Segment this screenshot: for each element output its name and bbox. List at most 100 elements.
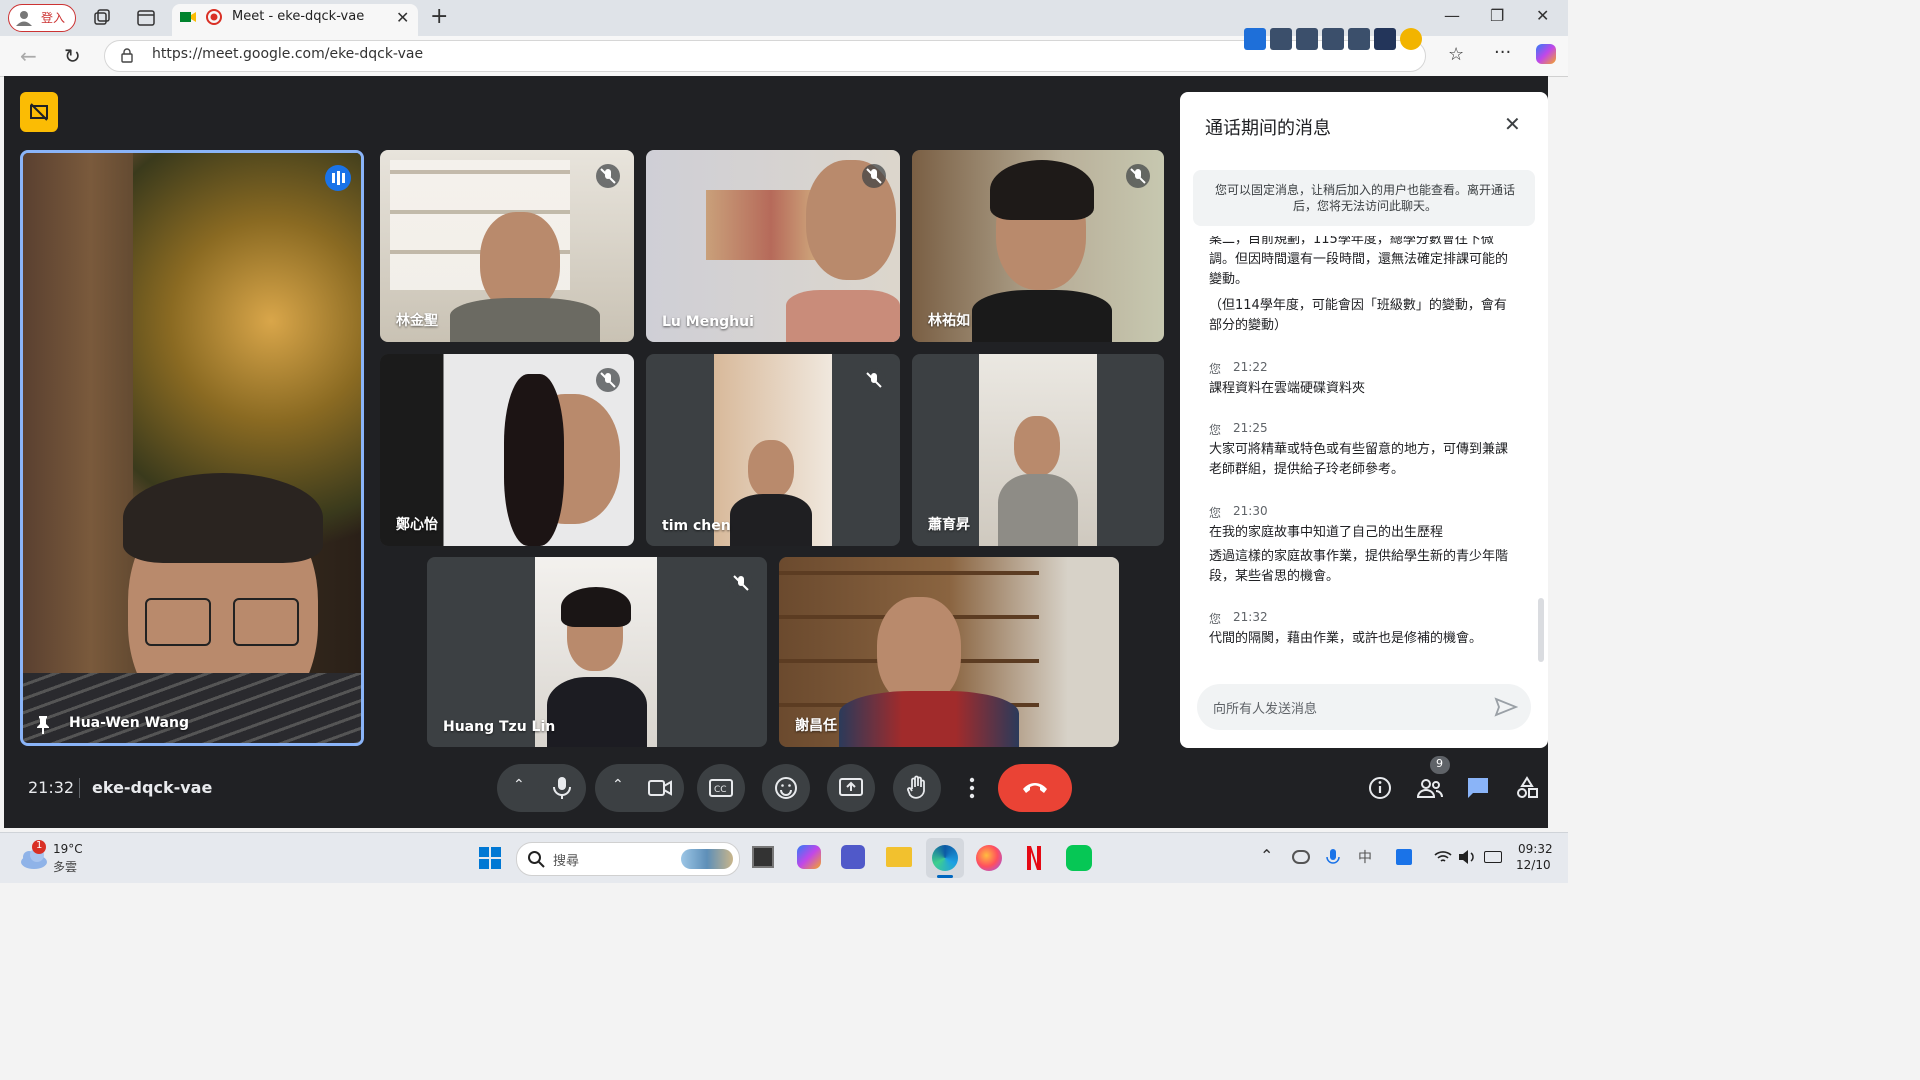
- participant-tile[interactable]: Huang Tzu Lin: [427, 557, 767, 747]
- extension-icon[interactable]: [1374, 28, 1396, 50]
- activities-icon[interactable]: [1515, 776, 1539, 800]
- chat-sender: 您: [1209, 506, 1222, 520]
- chat-message-text: 大家可將精華或特色或有些留意的地方，可傳到兼課老師群組，提供給子玲老師參考。: [1209, 442, 1509, 477]
- favorites-icon[interactable]: ☆: [1448, 44, 1464, 65]
- tab-actions-icon[interactable]: [136, 8, 156, 28]
- participant-tile[interactable]: 林祐如: [912, 150, 1164, 342]
- input-method-icon[interactable]: 中: [1358, 847, 1372, 867]
- participant-tile[interactable]: tim chen: [646, 354, 900, 546]
- chat-icon[interactable]: [1466, 776, 1490, 800]
- participant-name: tim chen: [662, 518, 731, 534]
- windows-start-icon[interactable]: [478, 846, 502, 870]
- more-options-icon[interactable]: ···: [1494, 42, 1511, 63]
- battery-icon[interactable]: [1484, 851, 1502, 863]
- participant-tile[interactable]: 蕭育昇: [912, 354, 1164, 546]
- meeting-info-icon[interactable]: [1368, 776, 1392, 800]
- url-text: https://meet.google.com/eke-dqck-vae: [152, 46, 424, 62]
- extension-icon[interactable]: [1400, 28, 1422, 50]
- extension-icon[interactable]: [1322, 28, 1344, 50]
- wifi-icon[interactable]: [1434, 850, 1452, 864]
- participant-hair: [504, 374, 564, 546]
- reactions-button[interactable]: [762, 764, 810, 812]
- leave-call-button[interactable]: [998, 764, 1072, 812]
- speaking-indicator-icon: [325, 165, 351, 191]
- clock-time[interactable]: 09:32: [1518, 842, 1553, 856]
- new-tab-icon[interactable]: +: [430, 4, 448, 29]
- chat-scrollbar[interactable]: [1538, 598, 1544, 662]
- camera-options-chevron-icon[interactable]: ⌃: [612, 777, 624, 793]
- participant-tile-pinned[interactable]: Hua-Wen Wang: [20, 150, 364, 746]
- more-vert-icon: [969, 777, 975, 799]
- mic-off-icon: [1126, 164, 1150, 188]
- svg-text:CC: CC: [714, 785, 727, 795]
- restore-icon[interactable]: ❐: [1490, 6, 1504, 25]
- tray-app-icon[interactable]: [1396, 849, 1412, 865]
- participant-tile[interactable]: 鄭心怡: [380, 354, 634, 546]
- participant-tile[interactable]: Lu Menghui: [646, 150, 900, 342]
- raise-hand-button[interactable]: [893, 764, 941, 812]
- participant-shirt: [23, 673, 361, 743]
- no-video-notice-button[interactable]: [20, 92, 58, 132]
- line-app-icon[interactable]: [1066, 845, 1092, 871]
- reload-icon[interactable]: ↻: [64, 44, 81, 68]
- participant-tile[interactable]: 林金聖: [380, 150, 634, 342]
- captions-button[interactable]: CC: [697, 764, 745, 812]
- chat-message-list[interactable]: 案二，目前規劃，115學年度，總學分數會往下微調。但因時間還有一段時間，還無法確…: [1180, 236, 1530, 662]
- chat-time: 21:32: [1233, 610, 1268, 624]
- participant-tile[interactable]: 謝昌任: [779, 557, 1119, 747]
- teams-icon[interactable]: [841, 845, 865, 869]
- taskbar-search[interactable]: 搜尋: [516, 842, 740, 876]
- glasses: [233, 598, 299, 646]
- close-tab-icon[interactable]: ✕: [396, 8, 409, 27]
- show-hidden-icons-chevron[interactable]: ⌃: [1260, 846, 1273, 865]
- chat-input[interactable]: 向所有人发送消息: [1197, 684, 1531, 730]
- camera-button[interactable]: [636, 764, 684, 812]
- chat-message-text: 在我的家庭故事中知道了自己的出生歷程: [1209, 525, 1444, 540]
- meeting-time: 21:32: [28, 778, 75, 797]
- clock-date[interactable]: 12/10: [1516, 858, 1551, 872]
- mic-options-chevron-icon[interactable]: ⌃: [513, 777, 525, 793]
- mic-off-icon: [862, 368, 886, 392]
- mic-off-icon: [862, 164, 886, 188]
- netflix-icon[interactable]: [1026, 845, 1042, 871]
- participant-name: 鄭心怡: [396, 517, 438, 533]
- weather-widget[interactable]: 1 19°C 多雲: [16, 840, 106, 876]
- people-icon[interactable]: [1416, 776, 1444, 800]
- file-explorer-icon[interactable]: [886, 847, 912, 867]
- mic-button[interactable]: [538, 764, 586, 812]
- extension-toolbar[interactable]: [1244, 26, 1430, 54]
- copilot-app-icon[interactable]: [797, 845, 821, 869]
- more-options-button[interactable]: [948, 764, 996, 812]
- mic-off-icon: [729, 571, 753, 595]
- pin-icon[interactable]: [35, 715, 51, 735]
- onedrive-icon[interactable]: [1292, 850, 1310, 864]
- hang-up-icon: [1023, 783, 1047, 793]
- extension-icon[interactable]: [1244, 28, 1266, 50]
- glasses: [145, 598, 211, 646]
- back-icon[interactable]: ←: [20, 44, 37, 68]
- present-button[interactable]: [827, 764, 875, 812]
- send-icon[interactable]: [1494, 697, 1518, 717]
- lock-icon[interactable]: [120, 47, 134, 63]
- volume-icon[interactable]: [1458, 849, 1476, 865]
- extension-icon[interactable]: [1270, 28, 1292, 50]
- workspaces-icon[interactable]: [92, 8, 112, 28]
- copilot-icon[interactable]: [1536, 44, 1556, 64]
- profile-button[interactable]: 登入: [8, 4, 76, 32]
- hand-icon: [907, 775, 925, 799]
- minimize-icon[interactable]: —: [1444, 6, 1460, 25]
- close-window-icon[interactable]: ✕: [1536, 6, 1549, 25]
- chat-message-text: 透過這樣的家庭故事作業，提供給學生新的青少年階段，某些省思的機會。: [1209, 549, 1509, 584]
- present-screen-icon: [839, 778, 863, 796]
- tray-mic-icon[interactable]: [1326, 848, 1340, 868]
- mic-off-icon: [596, 164, 620, 188]
- chat-message-text: 課程資料在雲端硬碟資料夾: [1209, 381, 1366, 396]
- extension-icon[interactable]: [1348, 28, 1370, 50]
- close-chat-icon[interactable]: ✕: [1504, 112, 1521, 136]
- firefox-icon[interactable]: [976, 845, 1002, 871]
- participant-hair: [990, 160, 1094, 220]
- task-view-icon[interactable]: [752, 846, 774, 868]
- extension-icon[interactable]: [1296, 28, 1318, 50]
- chat-message-text: 代間的隔閡，藉由作業，或許也是修補的機會。: [1209, 631, 1483, 646]
- participant-hair: [123, 473, 323, 563]
